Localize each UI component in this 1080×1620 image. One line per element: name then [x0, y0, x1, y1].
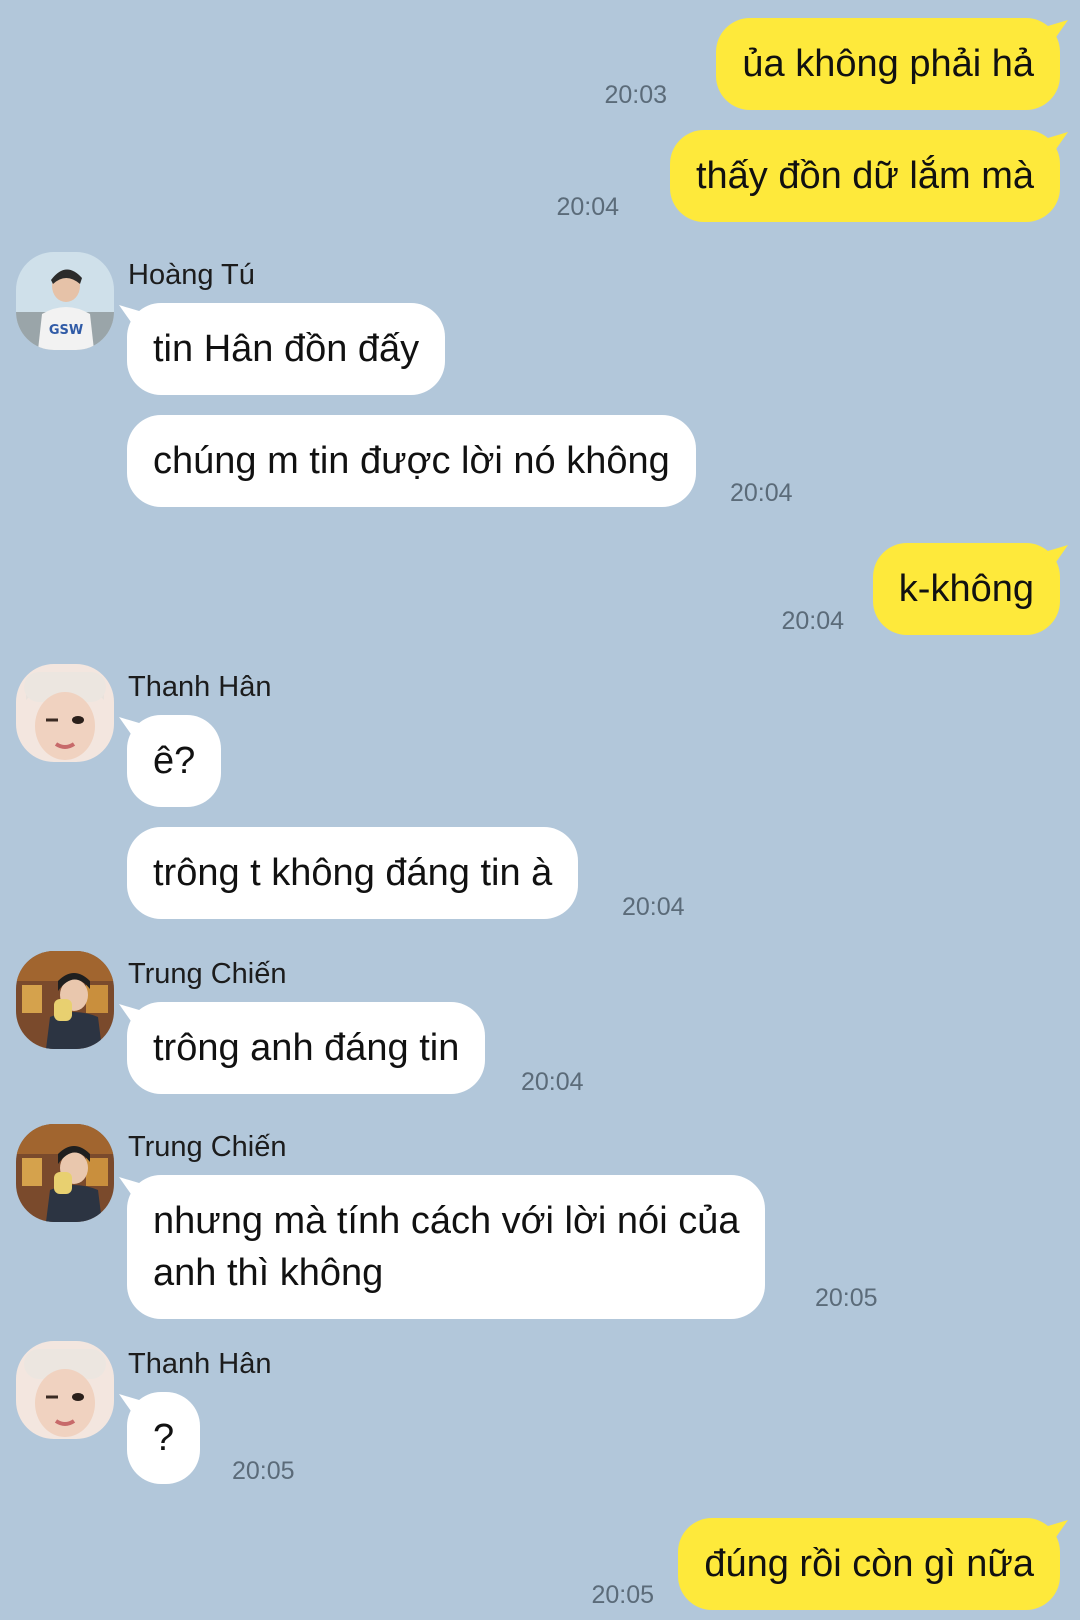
outgoing-message-bubble[interactable]: ủa không phải hả	[716, 18, 1060, 110]
avatar-trung-chien[interactable]	[16, 951, 114, 1049]
message-time: 20:05	[232, 1457, 295, 1485]
sender-name: Trung Chiến	[128, 958, 287, 990]
outgoing-message-bubble[interactable]: k-không	[872, 543, 1060, 635]
message-time: 20:04	[556, 193, 619, 221]
avatar-image	[16, 1124, 114, 1222]
outgoing-message-bubble[interactable]: thấy đồn dữ lắm mà	[669, 130, 1060, 222]
message-time: 20:04	[521, 1068, 584, 1096]
outgoing-message-bubble[interactable]: đúng rồi còn gì nữa	[678, 1518, 1060, 1610]
incoming-message-bubble[interactable]: trông t không đáng tin à	[127, 827, 579, 919]
sender-name: Trung Chiến	[128, 1131, 287, 1163]
message-time: 20:04	[622, 893, 685, 921]
message-time: 20:04	[781, 607, 844, 635]
incoming-message-bubble[interactable]: ê?	[127, 715, 222, 807]
message-time: 20:04	[730, 479, 793, 507]
avatar-thanh-han[interactable]	[16, 1341, 114, 1439]
avatar-image	[16, 1341, 114, 1439]
incoming-message-bubble[interactable]: trông anh đáng tin	[127, 1002, 486, 1094]
svg-text:GSW: GSW	[49, 323, 83, 338]
incoming-message-bubble[interactable]: nhưng mà tính cách với lời nói của anh t…	[127, 1175, 766, 1319]
avatar-image: GSW	[16, 252, 114, 350]
incoming-message-bubble[interactable]: tin Hân đồn đấy	[127, 303, 446, 395]
incoming-message-bubble[interactable]: chúng m tin được lời nó không	[127, 415, 696, 507]
sender-name: Thanh Hân	[128, 1348, 272, 1380]
message-time: 20:05	[591, 1581, 654, 1609]
message-time: 20:03	[604, 81, 667, 109]
avatar-trung-chien[interactable]	[16, 1124, 114, 1222]
avatar-hoang-tu[interactable]: GSW	[16, 252, 114, 350]
avatar-thanh-han[interactable]	[16, 664, 114, 762]
sender-name: Thanh Hân	[128, 671, 272, 703]
avatar-image	[16, 951, 114, 1049]
message-time: 20:05	[815, 1284, 878, 1312]
incoming-message-bubble[interactable]: ?	[127, 1392, 201, 1484]
avatar-image	[16, 664, 114, 762]
chat-thread: 20:03 ủa không phải hả 20:04 thấy đồn dữ…	[0, 0, 1080, 1620]
sender-name: Hoàng Tú	[128, 259, 255, 291]
